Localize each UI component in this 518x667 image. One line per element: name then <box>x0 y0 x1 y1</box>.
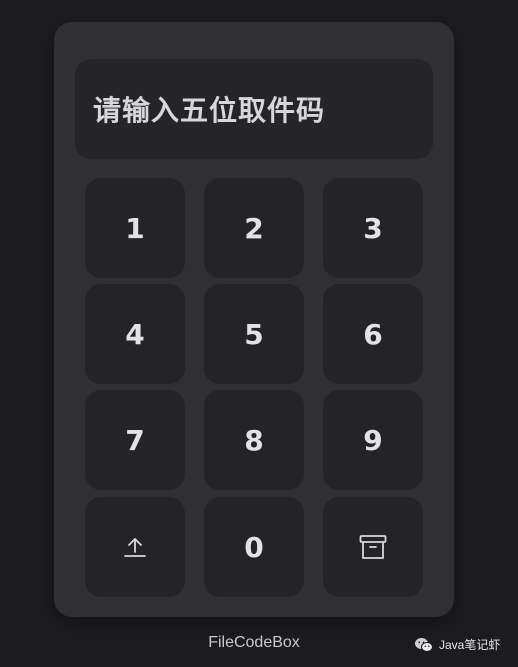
key-9[interactable]: 9 <box>323 390 423 490</box>
key-4[interactable]: 4 <box>85 284 185 384</box>
key-1[interactable]: 1 <box>85 178 185 278</box>
upload-icon <box>122 534 148 560</box>
key-8[interactable]: 8 <box>204 390 304 490</box>
key-6[interactable]: 6 <box>323 284 423 384</box>
watermark-text: Java笔记虾 <box>439 638 501 652</box>
key-7[interactable]: 7 <box>85 390 185 490</box>
wechat-icon <box>414 637 434 653</box>
upload-button[interactable] <box>85 497 185 597</box>
pickup-card: 请输入五位取件码 1 2 3 4 5 6 7 8 9 0 <box>54 22 454 617</box>
key-3[interactable]: 3 <box>323 178 423 278</box>
code-display[interactable]: 请输入五位取件码 <box>75 59 433 159</box>
key-0[interactable]: 0 <box>204 497 304 597</box>
page: 请输入五位取件码 1 2 3 4 5 6 7 8 9 0 FileCodeBox… <box>0 0 518 667</box>
code-placeholder: 请输入五位取件码 <box>93 94 326 127</box>
archive-icon <box>358 533 388 561</box>
key-2[interactable]: 2 <box>204 178 304 278</box>
watermark: Java笔记虾 <box>414 636 500 653</box>
key-5[interactable]: 5 <box>204 284 304 384</box>
archive-button[interactable] <box>323 497 423 597</box>
